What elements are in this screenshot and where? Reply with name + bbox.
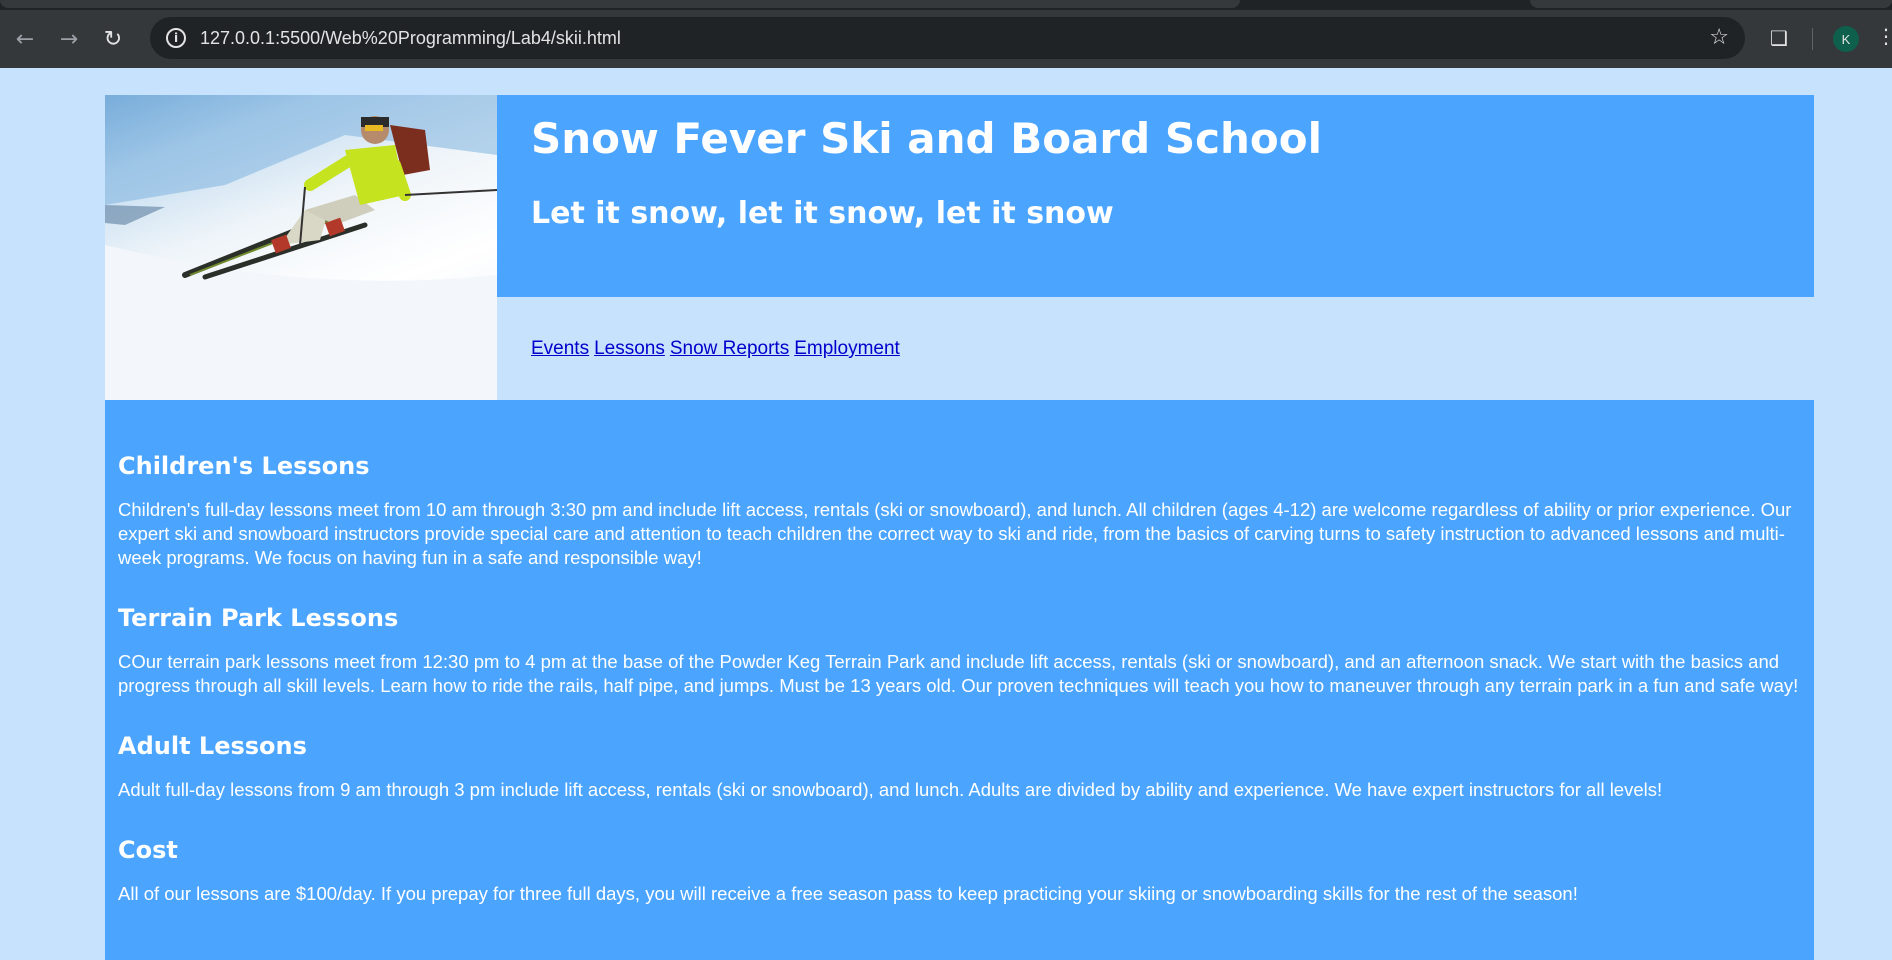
menu-icon[interactable]: ⋮	[1876, 24, 1892, 48]
toolbar-divider	[1812, 28, 1813, 50]
forward-icon[interactable]: →	[50, 20, 88, 58]
profile-avatar[interactable]: K	[1833, 26, 1859, 52]
main-content: Children's Lessons Children's full-day l…	[105, 400, 1814, 960]
bookmark-star-icon[interactable]: ☆	[1709, 25, 1729, 50]
page-container: Snow Fever Ski and Board School Let it s…	[105, 95, 1814, 960]
nav-link-snow-reports[interactable]: Snow Reports	[670, 338, 789, 359]
address-bar[interactable]: i 127.0.0.1:5500/Web%20Programming/Lab4/…	[150, 17, 1745, 59]
header-right: Snow Fever Ski and Board School Let it s…	[497, 95, 1814, 400]
section-text-terrain-park-lessons: COur terrain park lessons meet from 12:3…	[118, 651, 1799, 696]
reload-icon[interactable]: ↻	[94, 20, 132, 58]
page-title: Snow Fever Ski and Board School	[531, 114, 1322, 163]
nav-link-events[interactable]: Events	[531, 338, 589, 359]
section-heading-cost: Cost	[118, 836, 178, 864]
section-text-cost: All of our lessons are $100/day. If you …	[118, 883, 1578, 904]
section-heading-adult-lessons: Adult Lessons	[118, 732, 307, 760]
skier-image	[105, 95, 497, 400]
extensions-icon[interactable]: ❑	[1767, 26, 1791, 50]
banner: Snow Fever Ski and Board School Let it s…	[497, 95, 1814, 297]
main-nav: Events Lessons Snow Reports Employment	[497, 297, 1814, 360]
url-text[interactable]: 127.0.0.1:5500/Web%20Programming/Lab4/sk…	[200, 28, 621, 49]
site-info-icon[interactable]: i	[166, 28, 186, 48]
nav-link-lessons[interactable]: Lessons	[594, 338, 665, 359]
nav-link-employment[interactable]: Employment	[794, 338, 900, 359]
back-icon[interactable]: ←	[6, 20, 44, 58]
page-subtitle: Let it snow, let it snow, let it snow	[531, 196, 1114, 232]
section-heading-terrain-park-lessons: Terrain Park Lessons	[118, 604, 399, 632]
browser-toolbar: ← → ↻ i 127.0.0.1:5500/Web%20Programming…	[0, 10, 1892, 68]
browser-tab-strip	[0, 0, 1892, 10]
browser-tab[interactable]	[1530, 0, 1892, 8]
browser-tab[interactable]	[0, 0, 1240, 8]
section-text-childrens-lessons: Children's full-day lessons meet from 10…	[118, 499, 1792, 568]
section-heading-childrens-lessons: Children's Lessons	[118, 452, 370, 480]
section-text-adult-lessons: Adult full-day lessons from 9 am through…	[118, 779, 1663, 800]
header: Snow Fever Ski and Board School Let it s…	[105, 95, 1814, 400]
